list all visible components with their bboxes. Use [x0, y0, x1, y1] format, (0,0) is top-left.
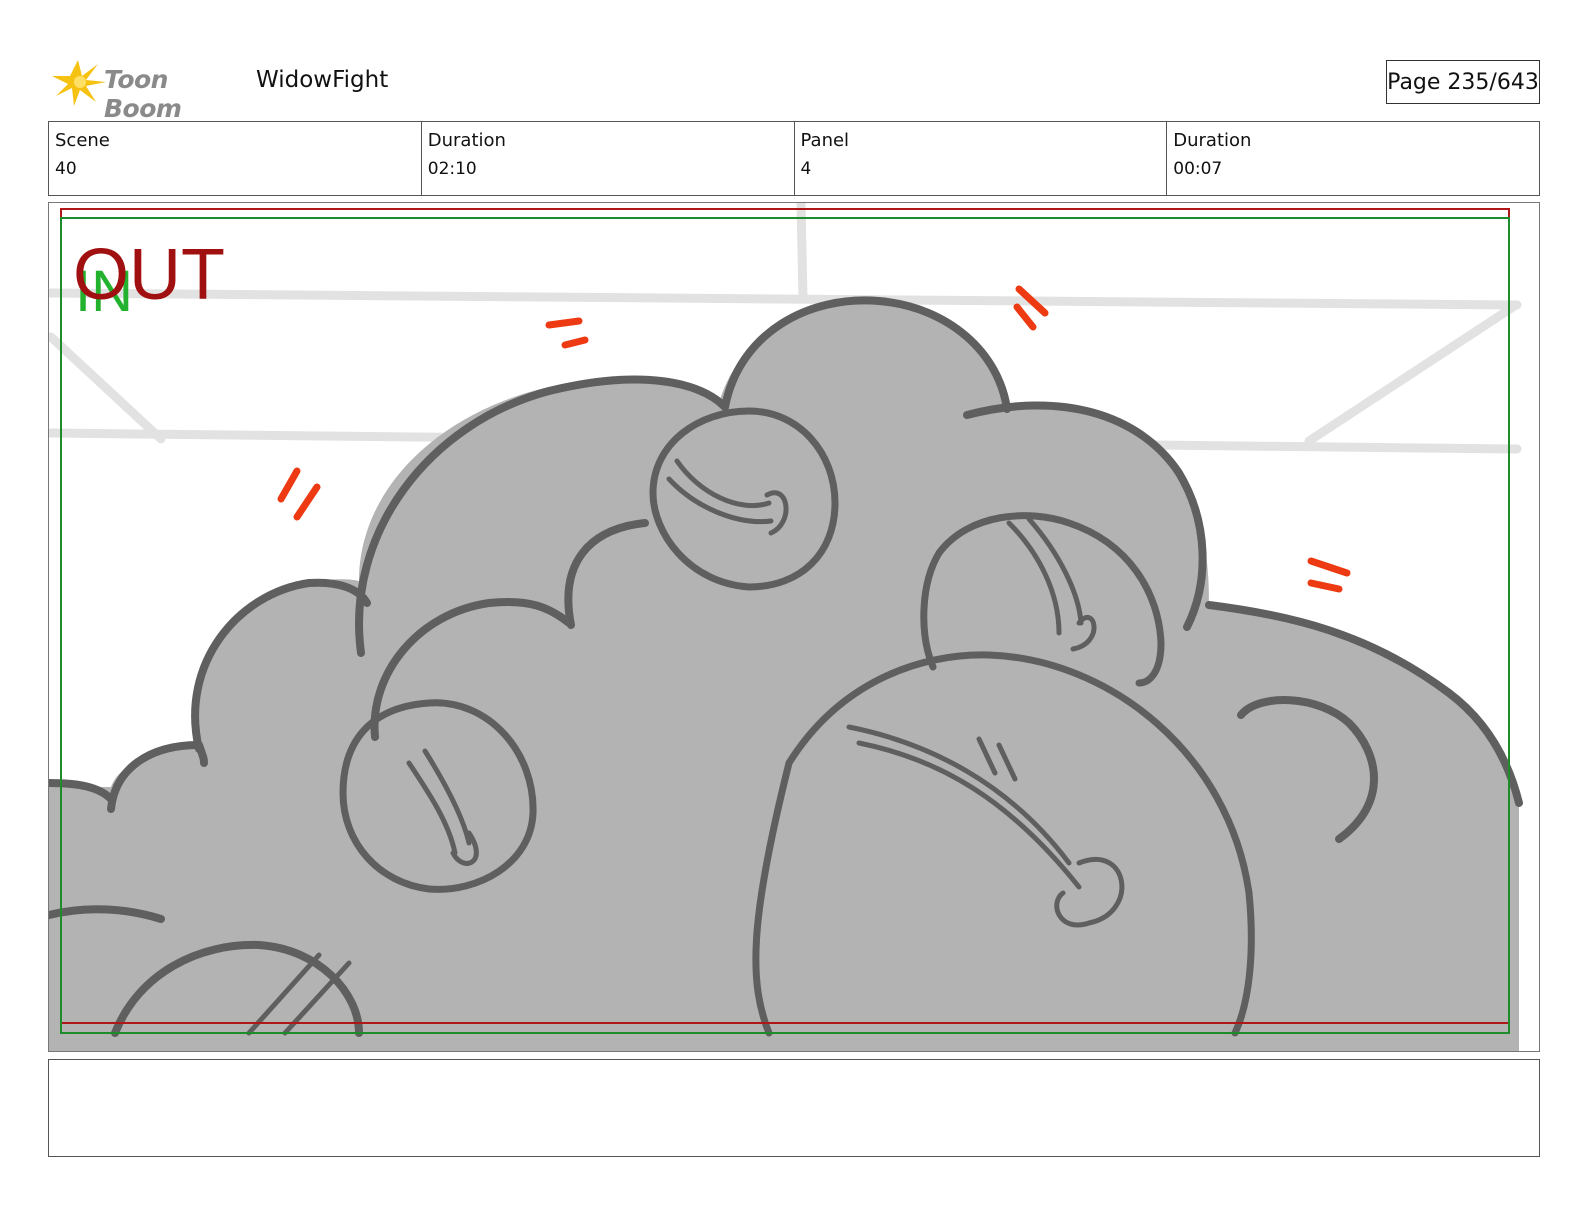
panel-notes: [48, 1059, 1540, 1157]
scene-duration-cell: Duration 02:10: [422, 122, 795, 195]
page-number: Page 235/643: [1386, 60, 1540, 104]
toon-boom-logo: Toon Boom: [52, 56, 242, 123]
panel-duration-label: Duration: [1173, 130, 1252, 151]
smoke-cloud: [49, 300, 1519, 1051]
scene-label: Scene: [55, 130, 110, 151]
scene-duration-value: 02:10: [427, 159, 477, 179]
logo-text: Toon Boom: [104, 65, 182, 123]
panel-duration-value: 00:07: [1173, 159, 1223, 179]
scene-info-table: Scene 40 Duration 02:10 Panel 4 Duration…: [48, 121, 1540, 196]
storyboard-panel: IN OUT: [48, 202, 1540, 1052]
scene-value: 40: [55, 159, 77, 179]
panel-drawing: IN OUT: [49, 203, 1523, 1051]
panel-cell: Panel 4: [795, 122, 1168, 195]
panel-label: Panel: [800, 130, 850, 151]
scene-duration-label: Duration: [427, 130, 506, 151]
panel-duration-cell: Duration 00:07: [1167, 122, 1539, 195]
scene-cell: Scene 40: [49, 122, 422, 195]
out-marker: OUT: [73, 235, 225, 315]
project-title: WidowFight: [256, 67, 389, 93]
star-burst-icon: [52, 60, 106, 106]
panel-value: 4: [800, 159, 812, 179]
